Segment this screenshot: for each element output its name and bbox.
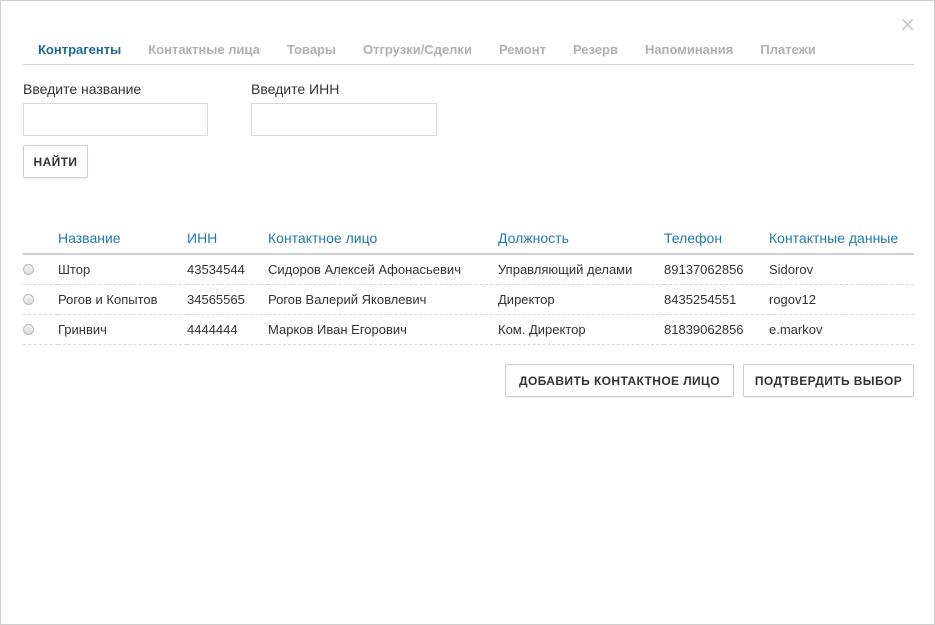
add-contact-person-button[interactable]: ДОБАВИТЬ КОНТАКТНОЕ ЛИЦО (505, 364, 734, 397)
cell-inn: 34565565 (187, 284, 268, 315)
cell-position: Директор (498, 284, 664, 315)
column-header-name[interactable]: Название (58, 223, 187, 255)
cell-name: Гринвич (58, 314, 187, 345)
tab-repair[interactable]: Ремонт (499, 41, 546, 64)
select-column-header (23, 223, 58, 255)
column-header-contact-details[interactable]: Контактные данные (769, 223, 914, 255)
inn-search-input[interactable] (251, 103, 437, 136)
row-select-radio[interactable] (23, 264, 34, 276)
cell-inn: 4444444 (187, 314, 268, 345)
column-header-contact[interactable]: Контактное лицо (268, 223, 498, 255)
tab-reserve[interactable]: Резерв (573, 41, 618, 64)
tab-goods[interactable]: Товары (287, 41, 336, 64)
cell-contact: Марков Иван Егорович (268, 314, 498, 345)
table-row[interactable]: Гринвич 4444444 Марков Иван Егорович Ком… (23, 314, 914, 345)
cell-phone: 8435254551 (664, 284, 769, 315)
cell-contact-details: rogov12 (769, 284, 914, 315)
tab-payments[interactable]: Платежи (760, 41, 815, 64)
cell-phone: 89137062856 (664, 254, 769, 285)
tab-contact-persons[interactable]: Контактные лица (148, 41, 260, 64)
column-header-position[interactable]: Должность (498, 223, 664, 255)
counterparty-table: Название ИНН Контактное лицо Должность Т… (23, 223, 914, 345)
cell-contact: Сидоров Алексей Афонасьевич (268, 254, 498, 285)
tab-shipments-deals[interactable]: Отгрузки/Сделки (363, 41, 472, 64)
close-icon[interactable]: × (899, 14, 916, 34)
cell-contact-details: e.markov (769, 314, 914, 345)
tab-counterparties[interactable]: Контрагенты (23, 41, 121, 64)
column-header-inn[interactable]: ИНН (187, 223, 268, 255)
confirm-selection-button[interactable]: ПОДТВЕРДИТЬ ВЫБОР (743, 364, 914, 397)
inn-field-label: Введите ИНН (251, 81, 340, 97)
name-search-input[interactable] (23, 103, 208, 136)
table-header-row: Название ИНН Контактное лицо Должность Т… (23, 223, 914, 255)
cell-name: Рогов и Копытов (58, 284, 187, 315)
cell-position: Ком. Директор (498, 314, 664, 345)
name-field-label: Введите название (23, 81, 142, 97)
tab-bar: Контрагенты Контактные лица Товары Отгру… (23, 41, 914, 65)
cell-position: Управляющий делами (498, 254, 664, 285)
select-counterparty-dialog: × Контрагенты Контактные лица Товары Отг… (0, 0, 935, 625)
tab-reminders[interactable]: Напоминания (645, 41, 733, 64)
cell-contact-details: Sidorov (769, 254, 914, 285)
table-row[interactable]: Рогов и Копытов 34565565 Рогов Валерий Я… (23, 284, 914, 315)
row-select-radio[interactable] (23, 294, 34, 305)
column-header-phone[interactable]: Телефон (664, 223, 769, 255)
find-button[interactable]: НАЙТИ (23, 145, 88, 178)
cell-phone: 81839062856 (664, 314, 769, 345)
cell-inn: 43534544 (187, 254, 268, 285)
cell-name: Штор (58, 254, 187, 285)
row-select-radio[interactable] (23, 324, 34, 335)
cell-contact: Рогов Валерий Яковлевич (268, 284, 498, 315)
table-row[interactable]: Штор 43534544 Сидоров Алексей Афонасьеви… (23, 254, 914, 285)
